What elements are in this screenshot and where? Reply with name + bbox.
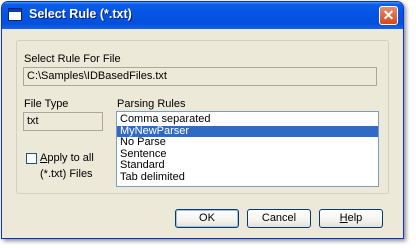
apply-label-text: pply to all [47, 152, 94, 164]
parsing-rules-label: Parsing Rules [117, 98, 186, 110]
ok-button[interactable]: OK [175, 209, 239, 228]
title-bar: Select Rule (*.txt) ✕ [2, 2, 403, 29]
file-type-label: File Type [24, 98, 69, 110]
window-icon [8, 8, 22, 21]
apply-to-all-label[interactable]: Apply to all [40, 152, 94, 164]
help-mnemonic: H [339, 212, 348, 224]
close-icon: ✕ [382, 7, 395, 23]
window-title: Select Rule (*.txt) [29, 7, 132, 21]
help-button[interactable]: Help [319, 209, 383, 228]
parsing-rule-item[interactable]: Tab delimited [117, 171, 378, 184]
select-rule-dialog: Select Rule (*.txt) ✕ Select Rule For Fi… [1, 1, 404, 239]
parsing-rule-item[interactable]: Comma separated [117, 113, 378, 126]
close-button[interactable]: ✕ [379, 6, 398, 25]
apply-to-all-label-line2: (*.txt) Files [40, 168, 93, 180]
apply-to-all-checkbox[interactable] [26, 153, 37, 164]
help-label-text: elp [347, 212, 363, 224]
rule-for-file-label: Select Rule For File [24, 53, 121, 65]
rule-for-file-field: C:\Samples\IDBasedFiles.txt [23, 67, 377, 86]
parsing-rules-listbox[interactable]: Comma separated MyNewParser No Parse Senten… [116, 111, 379, 187]
cancel-button[interactable]: Cancel [247, 209, 311, 228]
file-type-field: txt [23, 112, 103, 131]
